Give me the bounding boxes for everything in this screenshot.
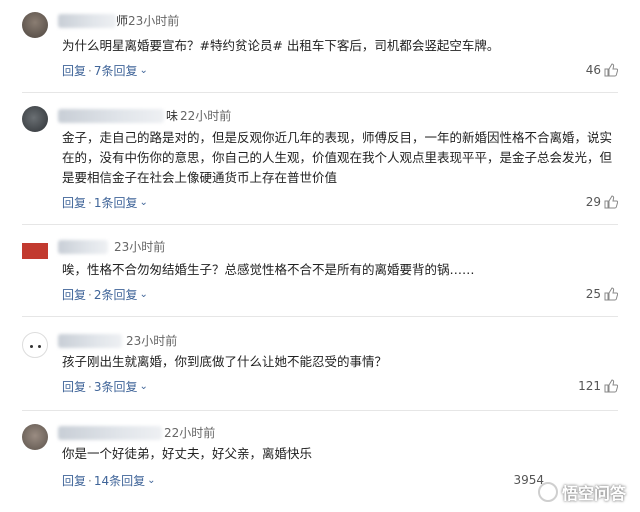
comment-timestamp: 23小时前 (128, 14, 180, 28)
avatar[interactable] (22, 424, 48, 450)
comment-timestamp: 22小时前 (180, 109, 232, 123)
like-control[interactable]: 121 (578, 378, 618, 394)
thumbs-up-icon[interactable] (604, 195, 618, 209)
wukong-logo-icon (537, 482, 558, 502)
view-replies-button[interactable]: 14条回复 (94, 473, 145, 489)
username-blurred[interactable] (58, 240, 108, 254)
view-replies-button[interactable]: 7条回复 (94, 63, 138, 79)
like-count: 121 (578, 379, 601, 393)
reply-button[interactable]: 回复 (62, 379, 86, 395)
chevron-down-icon[interactable]: ⌄ (139, 195, 147, 211)
watermark-text: 悟空问答 (561, 484, 626, 503)
eye-right (38, 345, 41, 348)
comment-actions: 回复 · 1条回复 ⌄ (62, 194, 148, 211)
comment-text: 你是一个好徒弟，好丈夫，好父亲，离婚快乐 (62, 446, 313, 461)
avatar[interactable] (22, 238, 48, 264)
divider (22, 92, 618, 93)
chevron-down-icon[interactable]: ⌄ (147, 473, 155, 489)
avatar[interactable] (22, 106, 48, 132)
username-blurred[interactable] (58, 109, 164, 123)
eye-left (30, 345, 33, 348)
divider (22, 410, 618, 411)
comment-actions: 回复 · 14条回复 ⌄ (62, 472, 156, 489)
separator-dot: · (88, 379, 92, 394)
comment-timestamp: 22小时前 (164, 426, 216, 440)
comment-actions: 回复 · 3条回复 ⌄ (62, 378, 148, 395)
view-replies-button[interactable]: 2条回复 (94, 287, 138, 303)
comment-timestamp: 23小时前 (126, 334, 178, 348)
username-blurred[interactable] (58, 14, 116, 28)
username-blurred[interactable] (58, 426, 162, 440)
comment-text: 孩子刚出生就离婚，你到底做了什么让她不能忍受的事情？ (62, 354, 388, 369)
reply-button[interactable]: 回复 (62, 63, 86, 79)
avatar[interactable] (22, 332, 48, 358)
comment-text: 为什么明星离婚要宣布？#特约贫论员# 出租车下客后，司机都会竖起空车牌。 (62, 38, 500, 53)
divider (22, 224, 618, 225)
like-count: 46 (585, 63, 601, 77)
username-blurred[interactable] (58, 334, 122, 348)
chevron-down-icon[interactable]: ⌄ (139, 287, 147, 303)
view-replies-button[interactable]: 3条回复 (94, 379, 138, 395)
separator-dot: · (88, 287, 92, 302)
reply-button[interactable]: 回复 (62, 287, 86, 303)
comment-timestamp: 23小时前 (114, 240, 166, 254)
thumbs-up-icon[interactable] (604, 287, 618, 301)
like-count: 25 (585, 287, 601, 301)
avatar[interactable] (22, 12, 48, 38)
thumbs-up-icon[interactable] (604, 379, 618, 393)
username-tail[interactable]: 师 (116, 14, 128, 28)
username-tail[interactable]: 味 (166, 109, 178, 123)
thumbs-up-icon[interactable] (604, 63, 618, 77)
comment-actions: 回复 · 7条回复 ⌄ (62, 62, 148, 79)
separator-dot: · (88, 195, 92, 210)
comment-text: 金子，走自己的路是对的，但是反观你近几年的表现，师傅反目，一年的新婚因性格不合离… (62, 130, 613, 185)
chevron-down-icon[interactable]: ⌄ (139, 379, 147, 395)
like-control[interactable]: 25 (586, 286, 618, 302)
view-replies-button[interactable]: 1条回复 (94, 195, 138, 211)
watermark: 悟空问答 (537, 480, 626, 504)
comment-actions: 回复 · 2条回复 ⌄ (62, 286, 148, 303)
comment-text: 唉，性格不合勿匆结婚生子？总感觉性格不合不是所有的离婚要背的锅…… (62, 262, 475, 277)
like-count: 29 (585, 195, 601, 209)
reply-button[interactable]: 回复 (62, 473, 86, 489)
like-control[interactable]: 29 (586, 194, 618, 210)
divider (22, 316, 618, 317)
reply-button[interactable]: 回复 (62, 195, 86, 211)
like-control[interactable]: 46 (586, 62, 618, 78)
separator-dot: · (88, 63, 92, 78)
separator-dot: · (88, 473, 92, 488)
chevron-down-icon[interactable]: ⌄ (139, 63, 147, 79)
